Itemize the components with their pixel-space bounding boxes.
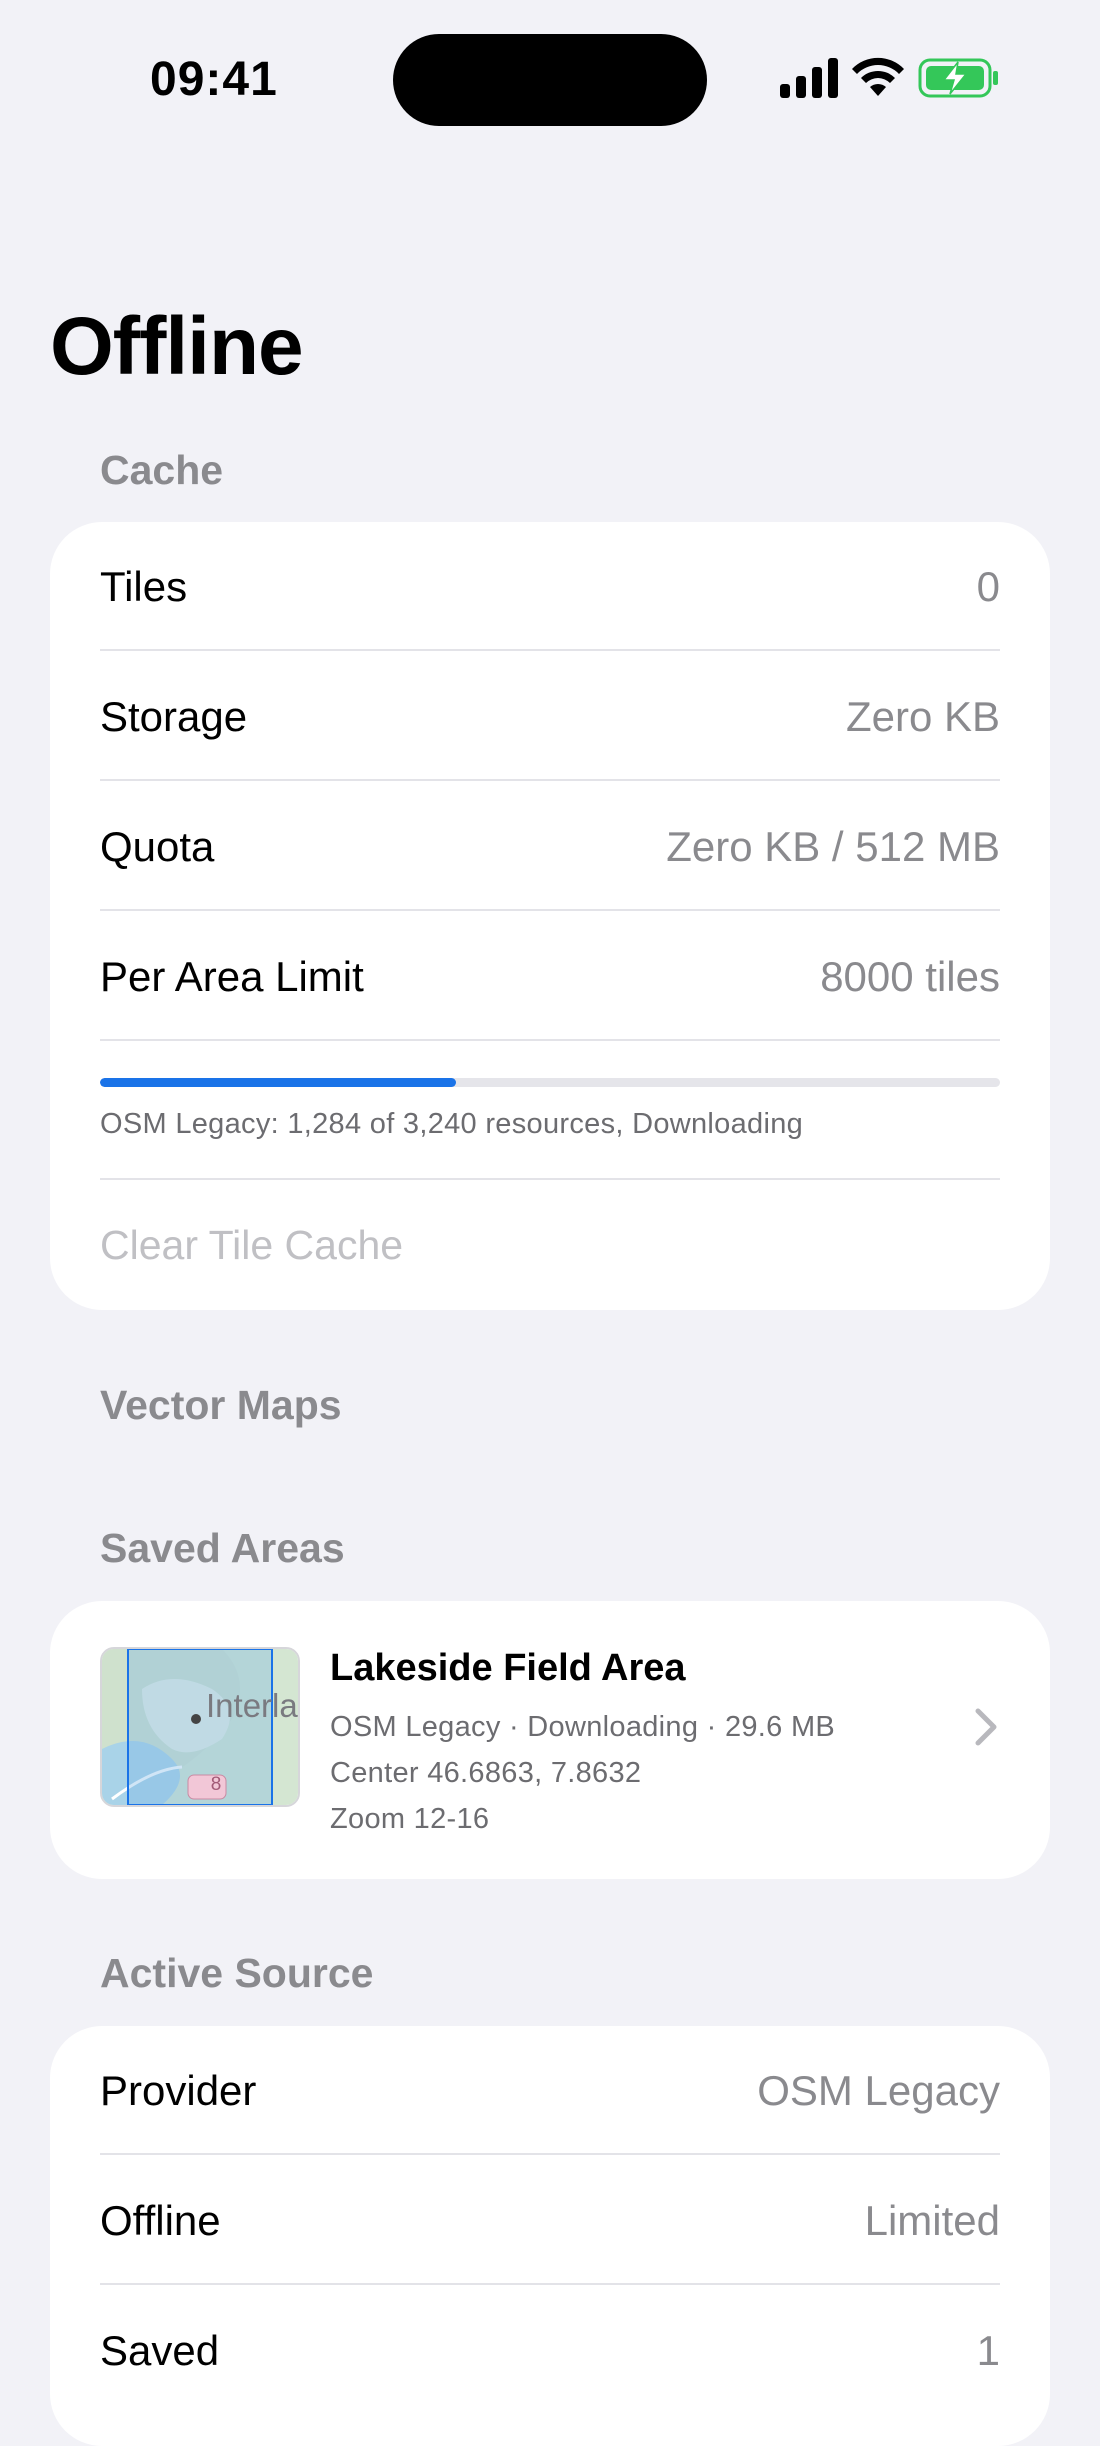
offline-label: Offline	[100, 2197, 221, 2244]
cache-section-header: Cache	[100, 447, 224, 493]
storage-row: Storage Zero KB	[100, 652, 1000, 782]
per-area-limit-value: 8000 tiles	[820, 953, 1000, 1000]
download-progress-fill	[100, 1078, 457, 1087]
cellular-signal-icon	[780, 58, 838, 98]
battery-charging-icon	[918, 58, 998, 98]
divider	[100, 779, 1000, 781]
area-meta: OSM Legacy · Downloading · 29.6 MB	[330, 1711, 836, 1743]
provider-row: Provider OSM Legacy	[100, 2026, 1000, 2156]
offline-value: Limited	[864, 2197, 1000, 2244]
divider	[100, 909, 1000, 911]
tiles-value: 0	[976, 563, 1000, 610]
active-source-section-header: Active Source	[100, 1950, 374, 1996]
vector-maps-section-header: Vector Maps	[100, 1382, 342, 1428]
cache-card: Tiles 0 Storage Zero KB Quota Zero KB / …	[50, 522, 1050, 1310]
divider	[100, 649, 1000, 651]
storage-label: Storage	[100, 693, 248, 740]
divider	[100, 2283, 1000, 2285]
chevron-right-icon	[975, 1708, 997, 1746]
offline-row: Offline Limited	[100, 2156, 1000, 2286]
active-source-card: Provider OSM Legacy Offline Limited Save…	[50, 2026, 1050, 2446]
page-title: Offline	[50, 301, 304, 392]
per-area-limit-label: Per Area Limit	[100, 953, 364, 1000]
quota-label: Quota	[100, 823, 215, 870]
saved-areas-section-header: Saved Areas	[100, 1525, 345, 1571]
saved-value: 1	[976, 2327, 1000, 2374]
area-center: Center 46.6863, 7.8632	[330, 1757, 642, 1789]
download-progress-text: OSM Legacy: 1,284 of 3,240 resources, Do…	[100, 1108, 804, 1140]
saved-label: Saved	[100, 2327, 220, 2374]
dynamic-island	[393, 34, 707, 126]
quota-row: Quota Zero KB / 512 MB	[100, 782, 1000, 912]
clear-tile-cache-button[interactable]: Clear Tile Cache	[100, 1222, 403, 1269]
quota-value: Zero KB / 512 MB	[666, 823, 1000, 870]
divider	[100, 1039, 1000, 1041]
status-bar: 09:41	[0, 0, 1100, 160]
area-name: Lakeside Field Area	[330, 1647, 686, 1689]
status-time: 09:41	[150, 53, 278, 106]
wifi-icon	[852, 57, 904, 96]
saved-row: Saved 1	[100, 2286, 1000, 2416]
tiles-row: Tiles 0	[100, 522, 1000, 652]
map-place-label: Interla	[206, 1687, 298, 1724]
area-zoom: Zoom 12-16	[330, 1803, 490, 1835]
storage-value: Zero KB	[845, 693, 1000, 740]
tiles-label: Tiles	[100, 563, 188, 610]
provider-value: OSM Legacy	[757, 2067, 1000, 2114]
saved-area-row[interactable]: Interla 8 Lakeside Field Area OSM Legacy…	[50, 1601, 1050, 1879]
per-area-limit-row: Per Area Limit 8000 tiles	[100, 912, 1000, 1042]
divider	[100, 1178, 1000, 1180]
area-map-thumbnail: Interla 8	[100, 1647, 300, 1807]
provider-label: Provider	[100, 2067, 257, 2114]
route-badge: 8	[210, 1774, 222, 1795]
download-progress-bar	[100, 1078, 1000, 1087]
divider	[100, 2153, 1000, 2155]
